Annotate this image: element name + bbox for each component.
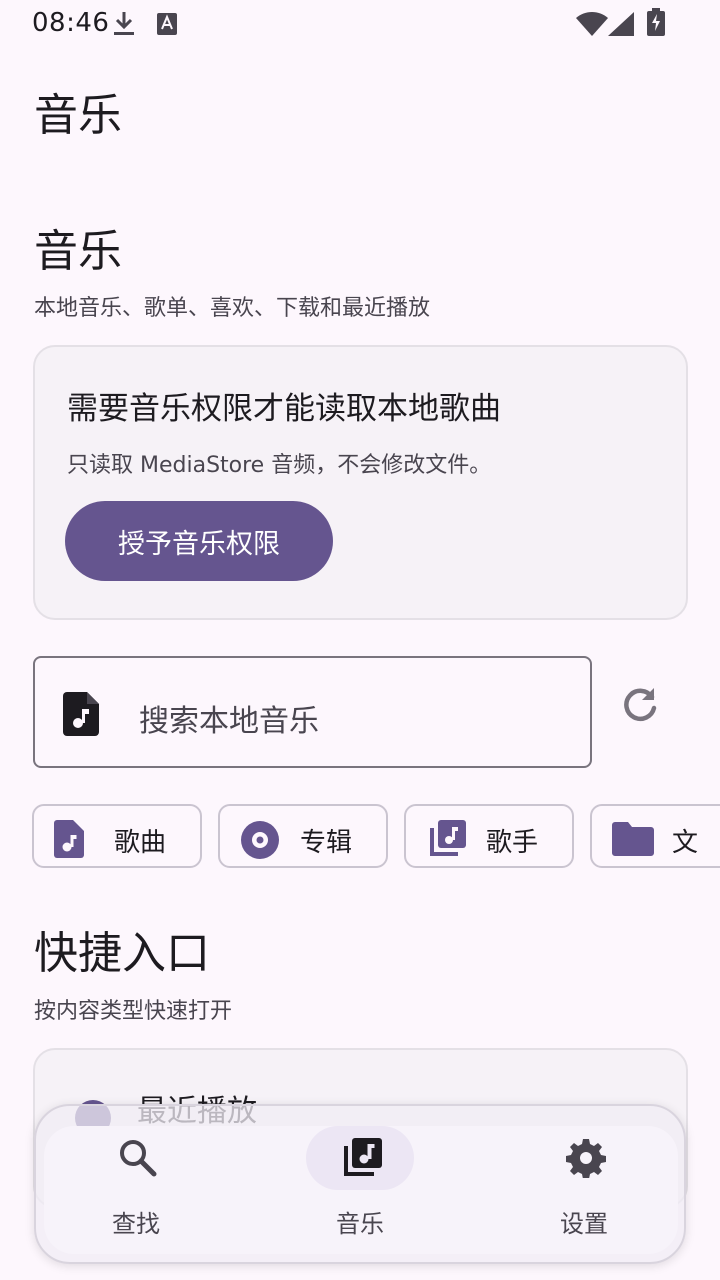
library-music-icon — [426, 820, 466, 864]
refresh-button[interactable] — [618, 684, 662, 728]
music-file-icon — [63, 692, 99, 740]
chip-songs[interactable]: 歌曲 — [32, 804, 202, 868]
chip-artists-label: 歌手 — [486, 828, 539, 858]
grant-permission-button[interactable]: 授予音乐权限 — [65, 501, 333, 581]
chip-albums-label: 专辑 — [300, 828, 353, 858]
permission-description: 只读取 MediaStore 音频，不会修改文件。 — [67, 453, 492, 478]
permission-card: 需要音乐权限才能读取本地歌曲 只读取 MediaStore 音频，不会修改文件。… — [33, 345, 688, 620]
chip-albums[interactable]: 专辑 — [218, 804, 388, 868]
music-screen: 08:46 音乐 音乐 本地音乐、歌单、喜欢、下载和最近播放 需要音乐权限才能读… — [0, 0, 720, 1280]
keyboard-a-icon — [156, 12, 178, 40]
battery-charging-icon — [646, 8, 666, 40]
status-bar: 08:46 — [0, 0, 720, 48]
chip-songs-label: 歌曲 — [114, 828, 167, 858]
chip-folders-label: 文 — [672, 828, 699, 858]
refresh-icon — [624, 688, 657, 722]
bottom-nav: 查找 音乐 设置 — [44, 1126, 678, 1254]
music-section-subtitle: 本地音乐、歌单、喜欢、下载和最近播放 — [34, 296, 431, 321]
chip-folders[interactable]: 文 — [590, 804, 720, 868]
search-placeholder: 搜索本地音乐 — [139, 704, 319, 739]
music-file-icon — [54, 820, 84, 862]
permission-title: 需要音乐权限才能读取本地歌曲 — [67, 391, 501, 427]
nav-search-label: 查找 — [112, 1210, 160, 1238]
gear-icon — [566, 1138, 606, 1182]
nav-music-label: 音乐 — [336, 1210, 384, 1238]
search-input[interactable]: 搜索本地音乐 — [33, 656, 592, 768]
quick-section-title: 快捷入口 — [34, 928, 210, 979]
cell-signal-icon — [608, 12, 634, 40]
nav-item-search[interactable]: 查找 — [30, 1126, 230, 1254]
album-disc-icon — [240, 820, 280, 864]
download-icon — [112, 10, 136, 42]
quick-section-subtitle: 按内容类型快速打开 — [34, 999, 233, 1024]
page-title: 音乐 — [34, 90, 122, 141]
category-chip-row: 歌曲 专辑 歌手 文 — [0, 804, 720, 868]
search-icon — [118, 1138, 158, 1182]
nav-item-music[interactable]: 音乐 — [254, 1126, 454, 1254]
status-time: 08:46 — [32, 8, 110, 38]
nav-item-settings[interactable]: 设置 — [478, 1126, 678, 1254]
folder-icon — [612, 820, 654, 860]
library-music-icon — [342, 1138, 382, 1182]
nav-settings-label: 设置 — [560, 1210, 608, 1238]
music-section-title: 音乐 — [34, 226, 122, 277]
wifi-icon — [576, 12, 608, 40]
chip-artists[interactable]: 歌手 — [404, 804, 574, 868]
